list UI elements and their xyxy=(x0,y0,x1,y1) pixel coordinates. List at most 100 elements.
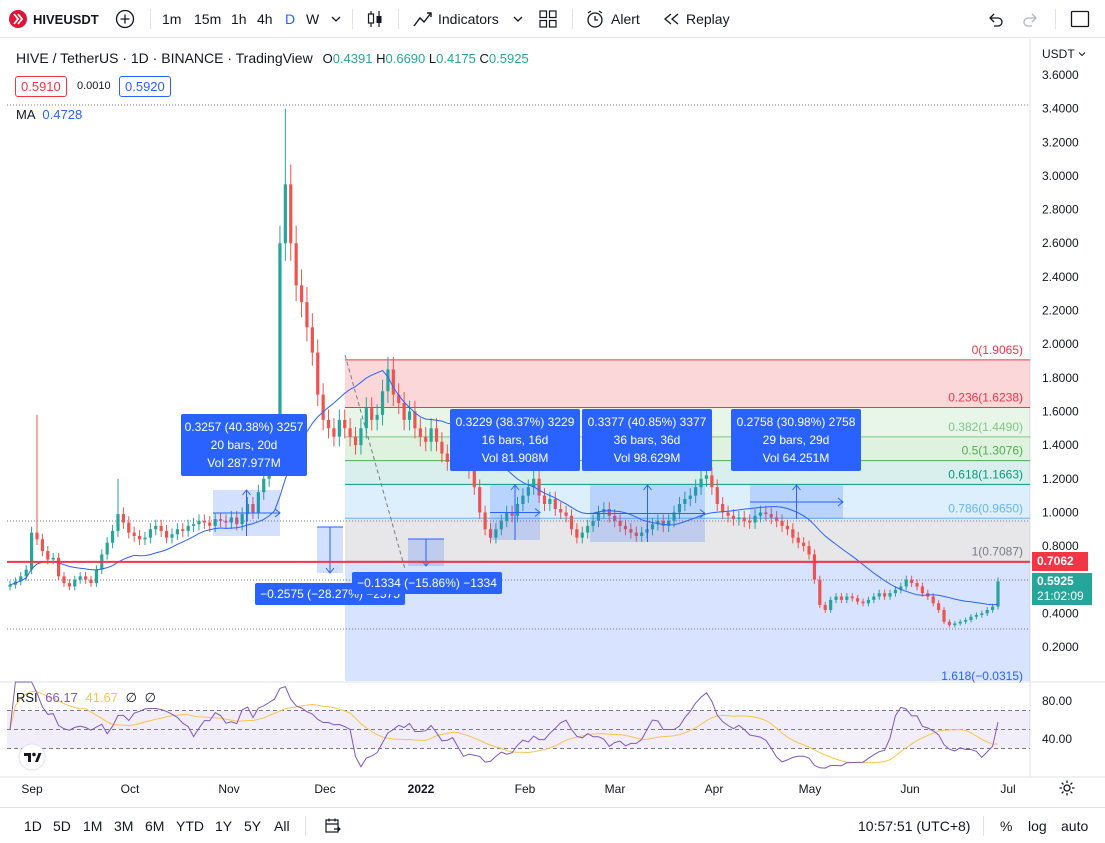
interval-4h[interactable]: 4h xyxy=(257,0,273,38)
candle-body xyxy=(332,428,336,437)
time-tick-label: Nov xyxy=(218,782,239,796)
toolbar-divider xyxy=(983,816,984,836)
alert-button[interactable]: Alert xyxy=(585,0,640,38)
range-label: 1M xyxy=(83,817,103,834)
candle-body xyxy=(407,411,412,420)
tradingview-logo-icon xyxy=(18,743,46,771)
ma-legend[interactable]: MA 0.4728 xyxy=(16,107,82,122)
candle-body xyxy=(299,285,304,303)
range-1d[interactable]: 1D xyxy=(24,808,42,843)
percent-scale-toggle[interactable]: % xyxy=(1000,808,1012,843)
templates-button[interactable] xyxy=(538,0,558,38)
range-5y[interactable]: 5Y xyxy=(244,808,261,843)
candle-body xyxy=(105,542,109,555)
spread-value: 0.0010 xyxy=(77,80,111,92)
range-5d[interactable]: 5D xyxy=(53,808,71,843)
measure-tooltip[interactable]: 0.3257 (40.38%) 3257 20 bars, 20d Vol 28… xyxy=(181,414,307,476)
range-label: All xyxy=(274,817,290,834)
last-price-label[interactable]: 0.5925 21:02:09 xyxy=(1032,573,1092,605)
candle-body xyxy=(73,579,77,587)
measure-bars: 16 bars, 16d xyxy=(481,433,549,447)
log-scale-toggle[interactable]: log xyxy=(1028,808,1047,843)
chart-area[interactable]: 0(1.9065) 0.236(1.6238) 0.382(1.4490) 0.5(1… xyxy=(0,39,1105,807)
price-axis[interactable]: 3.6000 3.4000 3.2000 3.0000 2.8000 2.6000 2.40… xyxy=(1042,68,1079,746)
interval-15m[interactable]: 15m xyxy=(194,0,221,38)
timezone-button[interactable]: 10:57:51 (UTC+8) xyxy=(858,808,970,843)
candles-icon xyxy=(367,11,382,27)
candle-body xyxy=(910,579,914,584)
calendar-arrow-icon xyxy=(325,818,341,833)
measure-change: 0.3229 (38.37%) 3229 xyxy=(455,415,575,429)
candle-body xyxy=(780,520,784,526)
indicators-button[interactable]: Indicators xyxy=(412,0,499,38)
interval-label: 1h xyxy=(231,11,247,27)
symbol-search-button[interactable]: HIVEUSDT xyxy=(8,0,105,38)
price-tick-label: 0.2000 xyxy=(1042,640,1079,654)
candle-body xyxy=(564,512,568,516)
range-label: 1D xyxy=(24,817,42,834)
interval-1m[interactable]: 1m xyxy=(162,0,181,38)
candle-body xyxy=(542,495,547,504)
price-tick-label: 1.0000 xyxy=(1042,505,1079,519)
rsi-legend[interactable]: RSI 66.17 41.67 ∅ ∅ xyxy=(16,690,156,706)
measure-tooltip[interactable]: 0.3377 (40.85%) 3377 36 bars, 36d Vol 98… xyxy=(582,409,712,471)
candle-body xyxy=(380,391,385,415)
candle-body xyxy=(137,535,142,540)
candle-body xyxy=(294,243,298,286)
undo-button[interactable] xyxy=(986,0,1004,38)
chart-type-button[interactable] xyxy=(366,0,384,38)
candle-body xyxy=(8,584,12,587)
toolbar-divider xyxy=(1055,9,1056,29)
rewind-icon xyxy=(663,13,679,25)
replay-label: Replay xyxy=(686,11,730,27)
interval-w[interactable]: W xyxy=(306,0,319,38)
candle-body xyxy=(35,532,39,540)
goto-date-button[interactable] xyxy=(324,808,342,843)
range-label: 6M xyxy=(145,817,165,834)
range-1m[interactable]: 1M xyxy=(83,808,102,843)
fullscreen-button[interactable] xyxy=(1070,0,1090,38)
range-ytd[interactable]: YTD xyxy=(176,808,204,843)
range-1y[interactable]: 1Y xyxy=(215,808,232,843)
candle-body xyxy=(154,525,158,530)
replay-button[interactable]: Replay xyxy=(663,0,730,38)
hline-price-label[interactable]: 0.7062 xyxy=(1032,552,1088,571)
candle-body xyxy=(386,369,390,392)
candle-body xyxy=(478,487,482,513)
auto-label: auto xyxy=(1061,817,1089,834)
indicators-dropdown[interactable] xyxy=(512,0,524,38)
time-axis[interactable]: Sep Oct Nov Dec 2022 Feb Mar Apr May Jun Jul xyxy=(21,782,1015,796)
range-all[interactable]: All xyxy=(274,808,290,843)
interval-dropdown[interactable] xyxy=(330,0,342,38)
interval-d[interactable]: D xyxy=(285,0,295,38)
candle-body xyxy=(445,453,449,462)
symbol-label: HIVEUSDT xyxy=(33,11,99,27)
time-tick-label: Sep xyxy=(21,782,43,796)
time-tick-label: Apr xyxy=(705,782,724,796)
measure-tooltip[interactable]: 0.2758 (30.98%) 2758 29 bars, 29d Vol 64… xyxy=(731,409,861,471)
candle-body xyxy=(969,616,973,621)
sell-button[interactable]: 0.5910 xyxy=(15,76,67,97)
price-tick-label: 2.4000 xyxy=(1042,270,1079,284)
range-3m[interactable]: 3M xyxy=(114,808,133,843)
measure-tooltip[interactable]: −0.1334 (−15.86%) −1334 xyxy=(352,572,502,594)
time-tick-label: Oct xyxy=(121,782,140,796)
buy-button[interactable]: 0.5920 xyxy=(119,76,171,97)
tradingview-logo[interactable] xyxy=(18,743,46,776)
range-label: YTD xyxy=(176,817,204,834)
auto-scale-toggle[interactable]: auto xyxy=(1061,808,1088,843)
redo-button[interactable] xyxy=(1022,0,1040,38)
buy-price: 0.5920 xyxy=(125,79,165,94)
chart-settings-button[interactable] xyxy=(1058,779,1076,802)
high-value: 0.6690 xyxy=(385,51,426,66)
candle-body xyxy=(704,475,709,479)
candle-body xyxy=(845,596,849,600)
compare-add-button[interactable] xyxy=(115,0,135,38)
range-6m[interactable]: 6M xyxy=(145,808,164,843)
currency-selector[interactable]: USDT xyxy=(1042,47,1086,61)
candle-body xyxy=(559,509,563,513)
toolbar-divider xyxy=(305,816,306,836)
interval-label: D xyxy=(285,11,296,27)
measure-tooltip[interactable]: 0.3229 (38.37%) 3229 16 bars, 16d Vol 81… xyxy=(450,409,580,471)
interval-1h[interactable]: 1h xyxy=(231,0,247,38)
